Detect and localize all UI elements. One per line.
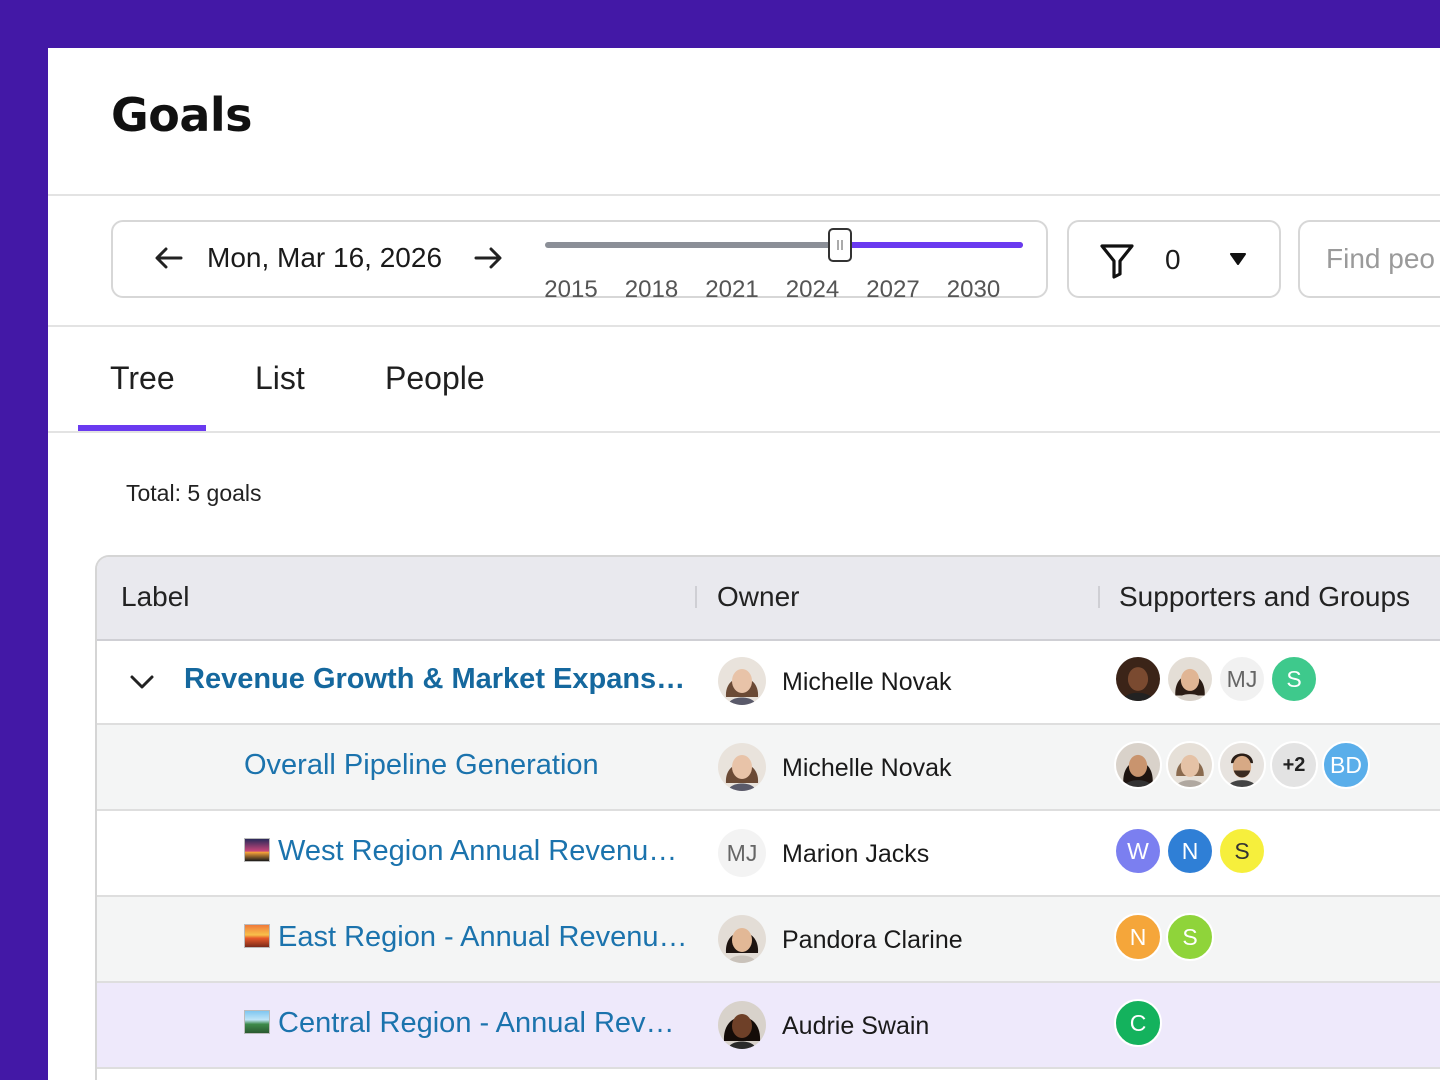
goal-label: East Region - Annual Revenu… [278,921,688,953]
owner-avatar: MJ [718,829,766,877]
supporter-initials: C [1129,1009,1147,1036]
supporter-avatar[interactable] [1166,741,1214,789]
owner-name: Michelle Novak [782,754,952,782]
tab-list[interactable]: List [255,360,305,397]
goal-label-container[interactable]: Central Region - Annual Rev… [244,1007,675,1040]
goals-panel: Goals Mon, Mar 16, 2026 2015 2018 2021 2024… [48,48,1440,1080]
filter-button[interactable]: 0 [1067,220,1281,298]
supporter-avatar[interactable]: C [1114,999,1162,1047]
year-tick-label: 2021 [705,276,759,303]
supporter-avatar[interactable] [1114,741,1162,789]
goals-table: Label Owner Supporters and Groups Revenu… [95,555,1440,1080]
year-tick-label: 2018 [624,276,679,303]
year-tick-label: 2024 [785,276,840,303]
supporter-initials: MJ [1226,665,1258,692]
active-tab-indicator [78,425,206,431]
owner-name: Michelle Novak [782,668,952,696]
owner-avatar [718,743,766,791]
table-row[interactable]: East Region - Annual Revenu… Pandora Cla… [97,897,1440,983]
goal-label[interactable]: Overall Pipeline Generation [244,749,599,782]
slider-selected-range [839,242,1023,248]
column-header-label[interactable]: Label [121,581,190,613]
supporter-initials: W [1127,837,1149,864]
supporter-initials: N [1129,923,1147,950]
year-tick-label: 2030 [946,276,1001,303]
supporter-avatar[interactable]: N [1114,913,1162,961]
date-range-selector: Mon, Mar 16, 2026 2015 2018 2021 2024 2027 20… [111,220,1048,303]
goal-label-container[interactable]: West Region Annual Revenu… [244,835,677,868]
filter-count: 0 [1165,244,1181,275]
tab-tree[interactable]: Tree [110,360,175,397]
table-row-selected[interactable]: Central Region - Annual Rev… Audrie Swai… [97,983,1440,1069]
supporter-initials: BD [1330,751,1362,778]
column-divider [1098,586,1100,608]
sunrise-image-icon [244,924,270,948]
supporter-initials: S [1234,837,1250,864]
column-header-owner[interactable]: Owner [717,581,799,613]
supporter-avatar[interactable]: W [1114,827,1162,875]
goal-label: Central Region - Annual Rev… [278,1007,675,1039]
owner-name: Pandora Clarine [782,926,963,954]
column-divider [695,586,697,608]
table-header: Label Owner Supporters and Groups [97,557,1440,641]
supporter-avatar[interactable] [1114,655,1162,703]
supporter-avatar[interactable]: BD [1322,741,1370,789]
funnel-icon [1100,244,1134,279]
supporter-avatar[interactable]: MJ [1218,655,1266,703]
arrow-left-icon[interactable] [151,240,187,276]
more-supporters-badge[interactable]: +2 [1270,741,1318,789]
tab-people[interactable]: People [385,360,485,397]
divider [48,194,1440,196]
landscape-image-icon [244,1010,270,1034]
year-tick-label: 2015 [544,276,598,303]
year-range-slider[interactable]: 2015 2018 2021 2024 2027 2030 [543,228,1033,303]
supporter-avatar[interactable] [1218,741,1266,789]
supporter-avatar[interactable]: S [1270,655,1318,703]
caret-down-icon [1230,253,1246,265]
owner-avatar [718,1001,766,1049]
slider-handle[interactable] [827,228,852,262]
goal-label[interactable]: Revenue Growth & Market Expans… [184,663,685,696]
owner-avatar [718,657,766,705]
supporter-avatar[interactable]: S [1166,913,1214,961]
goals-total: Total: 5 goals [126,480,262,506]
owner-avatar [718,915,766,963]
owner-initials: MJ [726,839,758,866]
year-tick-label: 2027 [866,276,920,303]
current-date: Mon, Mar 16, 2026 [207,242,443,273]
sunset-image-icon [244,838,270,862]
supporter-avatar[interactable]: N [1166,827,1214,875]
supporter-avatar[interactable] [1166,655,1214,703]
page-title: Goals [111,88,253,142]
more-count: +2 [1282,753,1306,776]
people-search-input[interactable] [1324,242,1440,276]
goal-label-container[interactable]: East Region - Annual Revenu… [244,921,687,954]
tabs-divider [48,431,1440,433]
supporter-initials: S [1182,923,1198,950]
table-row[interactable]: West Region Annual Revenu… MJ Marion Jac… [97,811,1440,897]
supporter-avatar[interactable]: S [1218,827,1266,875]
goal-label: West Region Annual Revenu… [278,835,678,867]
arrow-right-icon[interactable] [470,240,506,276]
divider [48,325,1440,327]
supporter-initials: N [1181,837,1199,864]
table-row[interactable]: Revenue Growth & Market Expans… Michelle… [97,639,1440,725]
column-header-supporters[interactable]: Supporters and Groups [1119,581,1410,613]
supporter-initials: S [1286,665,1302,692]
chevron-down-icon[interactable] [125,665,159,699]
people-search [1298,220,1440,298]
owner-name: Audrie Swain [782,1012,930,1040]
owner-name: Marion Jacks [782,840,930,868]
table-row[interactable]: Overall Pipeline Generation Michelle Nov… [97,725,1440,811]
